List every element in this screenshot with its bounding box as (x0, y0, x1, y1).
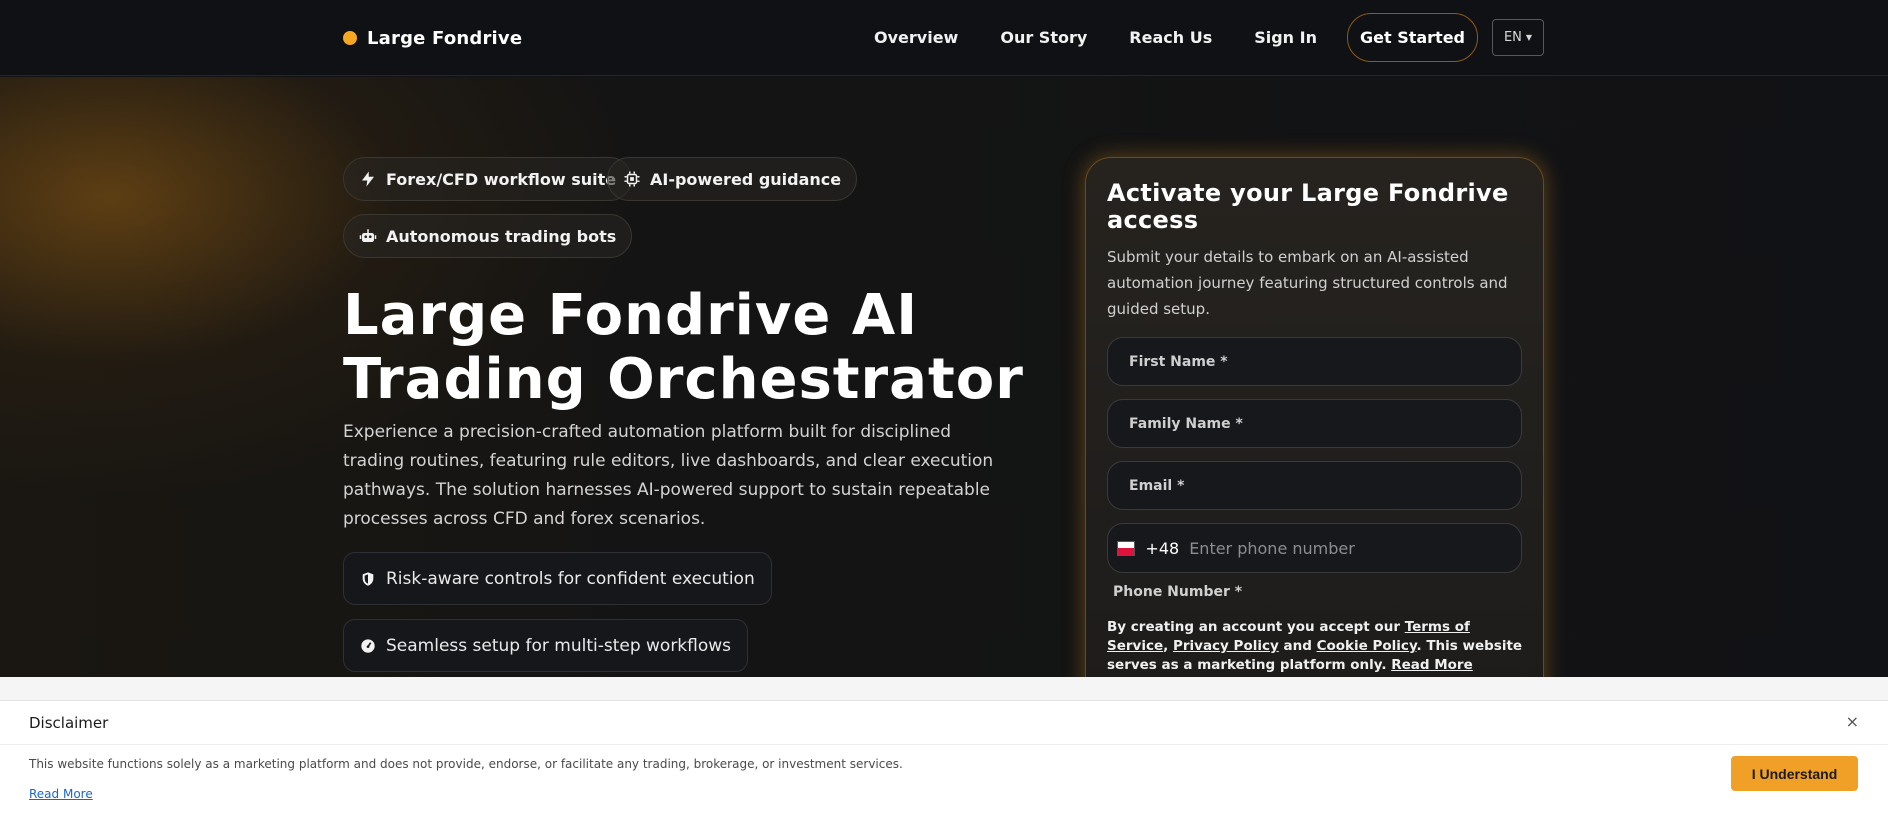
main-nav: Overview Our Story Reach Us Sign In Get … (874, 13, 1544, 62)
consent-and: and (1278, 638, 1317, 654)
family-name-input[interactable] (1129, 415, 1521, 432)
chevron-down-icon: ▼ (1525, 33, 1533, 42)
form-title: Activate your Large Fondrive access (1107, 179, 1509, 234)
dial-code[interactable]: +48 (1145, 539, 1179, 558)
get-started-button[interactable]: Get Started (1346, 13, 1478, 62)
phone-field[interactable]: +48 (1107, 523, 1522, 573)
phone-input[interactable] (1189, 538, 1521, 558)
badge-label: Forex/CFD workflow suite (386, 169, 617, 189)
i-understand-button[interactable]: I Understand (1731, 756, 1858, 791)
consent-comma: , (1163, 638, 1169, 654)
nav-sign-in[interactable]: Sign In (1254, 28, 1317, 47)
feature-label: Risk-aware controls for confident execut… (386, 568, 755, 589)
nav-reach-us[interactable]: Reach Us (1129, 28, 1212, 47)
disclaimer-title: Disclaimer (29, 714, 109, 732)
disclaimer-read-more-link[interactable]: Read More (29, 787, 93, 801)
feature-label: Seamless setup for multi-step workflows (386, 635, 732, 656)
phone-label: Phone Number * (1113, 584, 1243, 600)
disclaimer-banner: Disclaimer × This website functions sole… (0, 700, 1888, 818)
poland-flag-icon[interactable] (1117, 540, 1136, 556)
badge-ai-guidance: AI-powered guidance (607, 157, 858, 201)
hero-title-line-1: Large Fondrive AI (343, 283, 919, 348)
hero-description: Experience a precision-crafted automatio… (343, 422, 994, 529)
brand-dot-icon (343, 31, 357, 45)
hero-title-line-2: Trading Orchestrator (343, 347, 1024, 412)
close-icon[interactable]: × (1846, 712, 1859, 731)
first-name-input[interactable] (1129, 353, 1521, 370)
disclaimer-text: This website functions solely as a marke… (29, 757, 903, 771)
language-select[interactable]: EN ▼ (1492, 19, 1544, 56)
cookie-link[interactable]: Cookie Policy (1317, 638, 1417, 654)
gauge-icon (361, 638, 375, 653)
brand-logo[interactable]: Large Fondrive (343, 24, 522, 52)
lightning-icon (362, 171, 374, 187)
badge-trading-bots: Autonomous trading bots (343, 214, 633, 258)
form-subtitle: Submit your details to embark on an AI-a… (1107, 248, 1508, 318)
language-value: EN (1503, 30, 1522, 45)
signup-form-card: Activate your Large Fondrive access Subm… (1085, 157, 1544, 717)
badge-label: AI-powered guidance (650, 169, 842, 189)
feature-seamless-setup: Seamless setup for multi-step workflows (343, 619, 749, 672)
nav-overview[interactable]: Overview (874, 28, 958, 47)
first-name-field[interactable] (1107, 337, 1522, 386)
badge-label: Autonomous trading bots (386, 226, 617, 246)
feature-risk-controls: Risk-aware controls for confident execut… (343, 552, 772, 605)
hero-title: Large Fondrive AI Trading Orchestrator (343, 284, 1063, 412)
form-read-more-link[interactable]: Read More (1391, 657, 1473, 673)
shield-icon (362, 571, 374, 586)
banner-gap (0, 677, 1888, 700)
privacy-link[interactable]: Privacy Policy (1173, 638, 1279, 654)
badge-forex-cfd: Forex/CFD workflow suite (343, 157, 633, 201)
nav-our-story[interactable]: Our Story (1000, 28, 1087, 47)
consent-text: By creating an account you accept our Te… (1107, 618, 1527, 675)
family-name-field[interactable] (1107, 399, 1522, 448)
chip-icon (624, 171, 640, 187)
email-field[interactable] (1107, 461, 1522, 510)
robot-icon (359, 229, 377, 242)
consent-prefix: By creating an account you accept our (1107, 619, 1405, 635)
brand-name: Large Fondrive (367, 27, 523, 49)
email-input[interactable] (1129, 477, 1521, 494)
site-header: Large Fondrive Overview Our Story Reach … (0, 0, 1888, 76)
disclaimer-header: Disclaimer × (0, 701, 1888, 745)
